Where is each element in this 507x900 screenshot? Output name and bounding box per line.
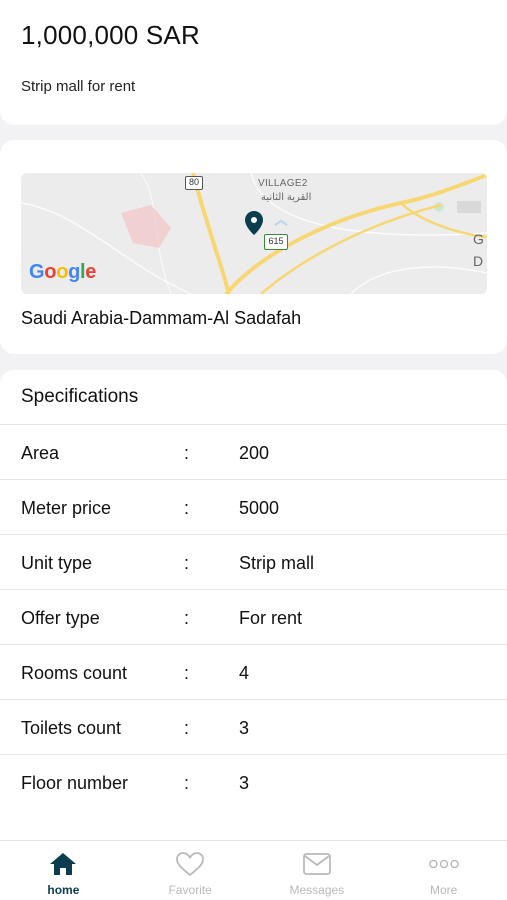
spec-row-meter-price: Meter price : 5000 [0,479,507,534]
spec-row-unit-type: Unit type : Strip mall [0,534,507,589]
map-place-label-arabic: القرية الثانية [261,192,312,203]
tab-label: More [429,883,458,897]
spec-row-toilets-count: Toilets count : 3 [0,699,507,754]
bottom-tab-bar: home Favorite Messages More [0,840,507,900]
tab-home[interactable]: home [0,841,127,900]
spec-value: 3 [239,718,250,738]
spec-label: Toilets count [21,718,122,738]
location-card: 80 615 VILLAGE2 القرية الثانية G D Googl… [0,140,507,354]
spec-value: 5000 [239,498,280,518]
tab-favorite[interactable]: Favorite [127,841,254,900]
map-edge-letter: G [473,231,484,247]
spec-label: Meter price [21,498,112,518]
spec-separator: : [184,608,190,628]
spec-label: Unit type [21,553,93,573]
road-badge-615: 615 [264,234,288,250]
spec-row-rooms-count: Rooms count : 4 [0,644,507,699]
listing-address: Saudi Arabia-Dammam-Al Sadafah [21,308,302,328]
spec-value: 3 [239,773,250,793]
google-logo: Google [29,261,97,283]
tab-label: home [47,883,80,897]
map-place-label: VILLAGE2 [258,178,308,189]
spec-separator: : [184,718,190,738]
spec-value: Strip mall [239,553,315,573]
spec-label: Rooms count [21,663,128,683]
property-details-screen: 1,000,000 SAR Strip mall for rent 80 615… [0,0,507,900]
spec-value: For rent [239,608,303,628]
spec-label: Floor number [21,773,129,793]
heart-icon [174,850,206,878]
specifications-list: Area : 200 Meter price : 5000 Unit type … [0,424,507,809]
tab-messages[interactable]: Messages [254,841,381,900]
spec-row-offer-type: Offer type : For rent [0,589,507,644]
tab-label: Messages [289,883,345,897]
spec-separator: : [184,663,190,683]
spec-value: 4 [239,663,250,683]
tab-label: Favorite [168,883,212,897]
spec-separator: : [184,553,190,573]
envelope-icon [301,850,333,878]
spec-label: Area [21,443,60,463]
spec-separator: : [184,498,190,518]
spec-row-floor-number: Floor number : 3 [0,754,507,809]
price-card: 1,000,000 SAR Strip mall for rent [0,0,507,125]
map-edge-letter: D [473,253,484,269]
location-map[interactable]: 80 615 VILLAGE2 القرية الثانية G D Googl… [21,173,487,294]
spec-separator: : [184,773,190,793]
tab-more[interactable]: More [380,841,507,900]
specifications-card: Specifications Area : 200 Meter price : … [0,370,507,840]
home-icon [47,850,79,878]
listing-subtitle: Strip mall for rent [21,78,136,95]
road-badge-80: 80 [185,176,203,190]
spec-row-area: Area : 200 [0,424,507,479]
spec-label: Offer type [21,608,100,628]
specifications-title: Specifications [21,386,139,407]
listing-price: 1,000,000 SAR [21,20,200,50]
spec-value: 200 [239,443,270,463]
spec-separator: : [184,443,190,463]
more-dots-icon [428,850,460,878]
